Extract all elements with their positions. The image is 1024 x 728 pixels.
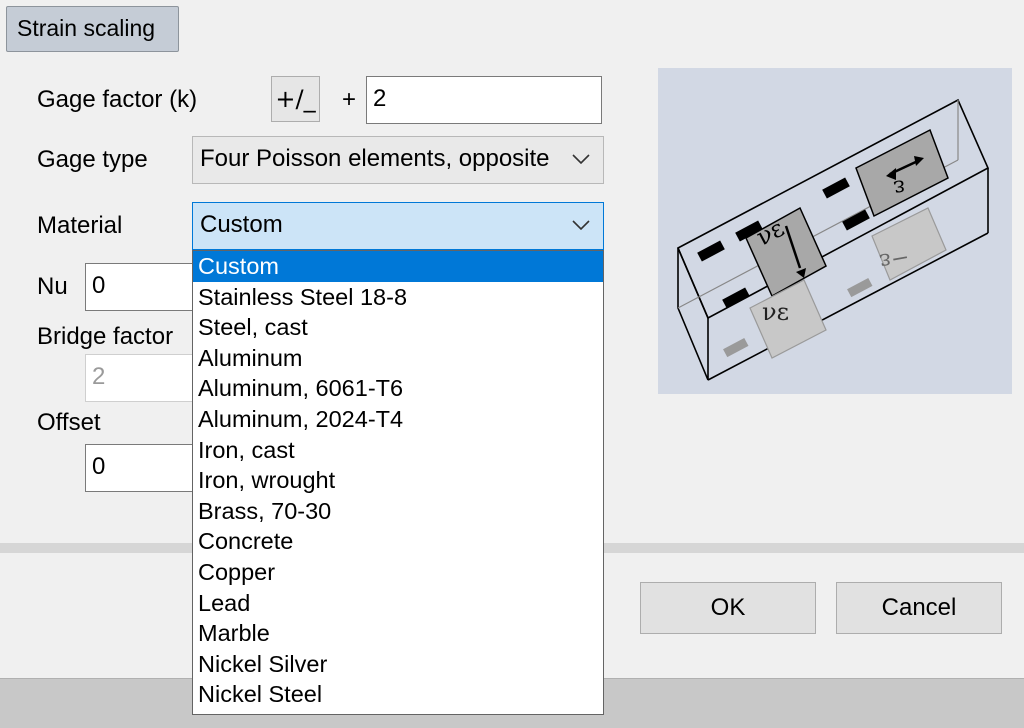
gage-factor-sign: +: [342, 86, 357, 113]
dropdown-option[interactable]: Iron, cast: [193, 435, 603, 466]
nu-input[interactable]: 0: [85, 263, 195, 311]
dropdown-option[interactable]: Aluminum, 2024-T4: [193, 404, 603, 435]
material-select[interactable]: Custom: [192, 202, 604, 250]
strain-scaling-tab[interactable]: Strain scaling: [6, 6, 179, 52]
sign-toggle-button[interactable]: +/_: [271, 76, 320, 122]
cancel-button[interactable]: Cancel: [836, 582, 1002, 634]
material-dropdown-list[interactable]: Custom Stainless Steel 18-8 Steel, cast …: [192, 250, 604, 715]
gage-type-value: Four Poisson elements, opposite: [200, 145, 550, 172]
sign-toggle-label: +/_: [275, 85, 316, 113]
dropdown-option[interactable]: Steel, cast: [193, 312, 603, 343]
gage-factor-input[interactable]: 2: [366, 76, 602, 124]
dropdown-option[interactable]: Concrete: [193, 526, 603, 557]
strain-gage-diagram: νε ε νε −ε: [658, 68, 1012, 394]
nu-label: Nu: [37, 273, 68, 300]
dropdown-option[interactable]: Lead: [193, 588, 603, 619]
chevron-down-icon: [571, 137, 591, 181]
diagram-label-poisson-bottom: νε: [762, 298, 789, 326]
dropdown-option[interactable]: Nickel Steel: [193, 679, 603, 710]
offset-label: Offset: [37, 409, 101, 436]
dropdown-option[interactable]: Custom: [193, 251, 603, 282]
dropdown-option[interactable]: Copper: [193, 557, 603, 588]
diagram-label-neg-epsilon: −ε: [878, 244, 912, 274]
dropdown-option[interactable]: Marble: [193, 618, 603, 649]
offset-input[interactable]: 0: [85, 444, 195, 492]
dropdown-option[interactable]: Aluminum: [193, 343, 603, 374]
bridge-factor-label: Bridge factor: [37, 323, 174, 350]
gage-factor-label: Gage factor (k): [37, 86, 198, 113]
ok-button[interactable]: OK: [640, 582, 816, 634]
gage-type-label: Gage type: [37, 146, 148, 173]
dropdown-option[interactable]: Iron, wrought: [193, 465, 603, 496]
material-label: Material: [37, 212, 123, 239]
dropdown-option[interactable]: Nickel Silver: [193, 649, 603, 680]
dropdown-option[interactable]: Stainless Steel 18-8: [193, 282, 603, 313]
bridge-factor-input: 2: [85, 354, 195, 402]
dropdown-option[interactable]: Aluminum, 6061-T6: [193, 373, 603, 404]
chevron-down-icon: [571, 203, 591, 247]
gage-type-select[interactable]: Four Poisson elements, opposite: [192, 136, 604, 184]
material-value: Custom: [200, 211, 283, 238]
dropdown-option[interactable]: Brass, 70-30: [193, 496, 603, 527]
